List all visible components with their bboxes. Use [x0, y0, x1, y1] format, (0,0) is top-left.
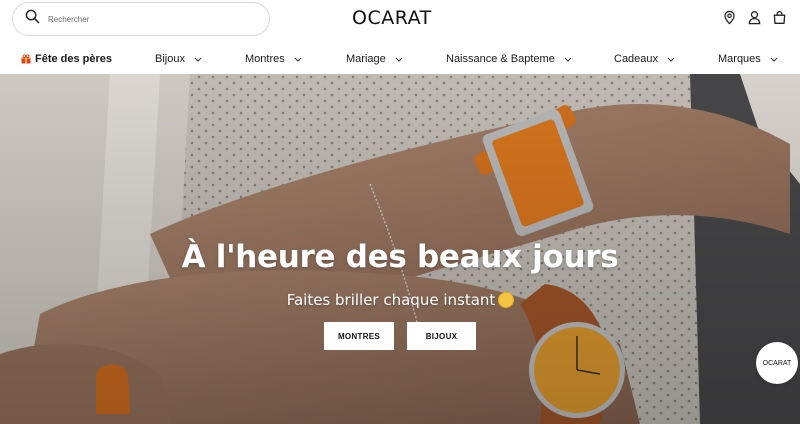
- hero-subtitle: Faites briller chaque instant: [0, 291, 800, 309]
- nav-label: Naissance & Bapteme: [446, 53, 555, 65]
- shopping-bag-icon[interactable]: [771, 9, 787, 25]
- gift-icon: [21, 54, 31, 64]
- location-pin-icon[interactable]: [721, 9, 737, 25]
- chevron-down-icon: [395, 57, 403, 62]
- chevron-down-icon: [294, 57, 302, 62]
- site-header: OCARAT: [0, 0, 800, 44]
- bijoux-button[interactable]: BIJOUX: [407, 322, 476, 350]
- main-nav: Fête des pères Bijoux Montres Mariage Na…: [0, 44, 800, 74]
- montres-button[interactable]: MONTRES: [324, 322, 394, 350]
- nav-label: Bijoux: [155, 53, 185, 65]
- search-icon[interactable]: [25, 9, 40, 29]
- user-icon[interactable]: [746, 9, 762, 25]
- chevron-down-icon: [770, 57, 778, 62]
- ocarat-badge[interactable]: OCARAT: [756, 342, 798, 384]
- chevron-down-icon: [194, 57, 202, 62]
- hero-subtitle-text: Faites briller chaque instant: [286, 291, 496, 309]
- sun-icon: [499, 293, 514, 307]
- nav-item-marques[interactable]: Marques: [718, 53, 778, 65]
- nav-label: Marques: [718, 53, 761, 65]
- nav-label: Cadeaux: [614, 53, 659, 65]
- nav-item-cadeaux[interactable]: Cadeaux: [614, 53, 675, 65]
- hero-title: À l'heure des beaux jours: [181, 239, 619, 275]
- chevron-down-icon: [564, 57, 572, 62]
- nav-item-naissance-bapteme[interactable]: Naissance & Bapteme: [446, 53, 572, 65]
- site-logo[interactable]: OCARAT: [352, 7, 432, 29]
- nav-label: Montres: [245, 53, 285, 65]
- nav-item-mariage[interactable]: Mariage: [346, 53, 403, 65]
- nav-label: Fête des pères: [35, 53, 113, 65]
- nav-item-montres[interactable]: Montres: [245, 53, 302, 65]
- nav-label: Mariage: [346, 53, 386, 65]
- chevron-down-icon: [667, 57, 675, 62]
- search-input[interactable]: [48, 14, 248, 24]
- hero-banner[interactable]: À l'heure des beaux jours Faites briller…: [0, 74, 800, 424]
- search-bar[interactable]: [12, 2, 270, 36]
- nav-item-fete-des-peres[interactable]: Fête des pères: [21, 53, 112, 65]
- nav-item-bijoux[interactable]: Bijoux: [155, 53, 202, 65]
